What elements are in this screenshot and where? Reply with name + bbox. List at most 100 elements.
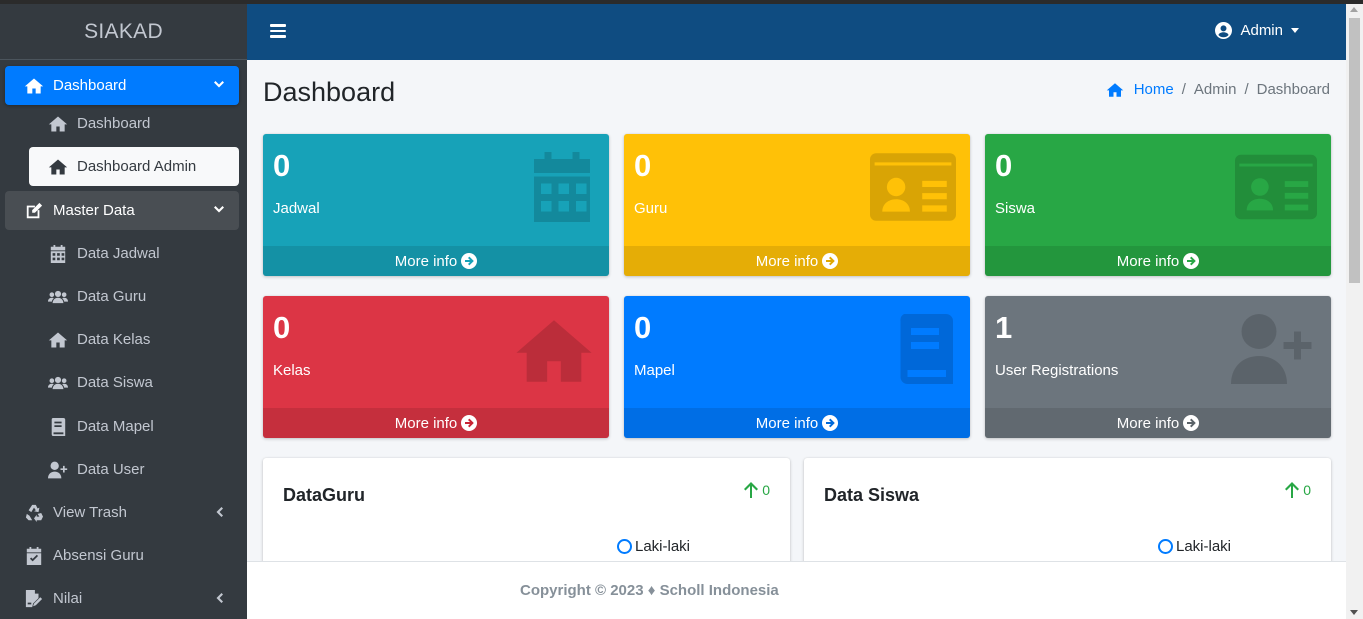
arrow-circle-right-icon	[1183, 415, 1200, 431]
box-label: User Registrations	[995, 362, 1119, 379]
sidebar-item-label: Dashboard Admin	[77, 158, 197, 175]
home-icon	[513, 316, 595, 386]
box-value: 0	[273, 310, 291, 345]
scroll-down-icon[interactable]	[1350, 610, 1358, 615]
menu-toggle-icon[interactable]	[270, 24, 286, 38]
user-menu[interactable]: Admin	[1215, 22, 1299, 39]
scroll-up-icon[interactable]	[1350, 7, 1358, 12]
legend-circle-icon	[617, 539, 632, 554]
more-info-link[interactable]: More info	[263, 408, 609, 438]
vertical-scrollbar[interactable]	[1346, 4, 1363, 619]
info-box-guru: 0 Guru More info	[624, 134, 970, 276]
sidebar-item-absensi-guru[interactable]: Absensi Guru	[5, 536, 239, 575]
card-stat: 0	[1285, 482, 1311, 498]
sidebar-item-data-guru[interactable]: Data Guru	[29, 277, 239, 316]
copyright-text: Copyright © 2023 ♦ Scholl Indonesia	[520, 582, 779, 599]
breadcrumb-admin: Admin	[1193, 81, 1237, 98]
sidebar-item-master-data[interactable]: Master Data	[5, 191, 239, 230]
info-box-mapel: 0 Mapel More info	[624, 296, 970, 438]
file-signature-icon	[23, 589, 45, 609]
chevron-left-icon	[213, 591, 225, 603]
page-title: Dashboard	[263, 77, 396, 107]
card-data-guru: DataGuru 0 Laki-laki	[263, 458, 790, 568]
user-plus-icon	[1229, 314, 1317, 384]
sidebar-item-nilai[interactable]: Nilai	[5, 579, 239, 618]
scrollbar-thumb[interactable]	[1349, 18, 1360, 283]
user-circle-icon	[1215, 22, 1240, 39]
recycle-icon	[23, 503, 45, 523]
box-value: 1	[995, 310, 1013, 345]
user-name: Admin	[1240, 22, 1283, 39]
sidebar-item-data-kelas[interactable]: Data Kelas	[29, 320, 239, 359]
page-footer: Copyright © 2023 ♦ Scholl Indonesia	[247, 561, 1346, 619]
card-stat: 0	[744, 482, 770, 498]
sidebar-item-label: Data Guru	[77, 288, 147, 305]
sidebar-item-label: Data User	[77, 461, 145, 478]
sidebar-item-label: Absensi Guru	[53, 547, 144, 564]
home-icon	[47, 330, 69, 350]
sidebar-item-data-user[interactable]: Data User	[29, 450, 239, 489]
sidebar-item-label: Data Siswa	[77, 374, 153, 391]
sidebar-item-dashboard-sub[interactable]: Dashboard	[29, 104, 239, 143]
sidebar-item-label: Nilai	[53, 590, 83, 607]
more-info-link[interactable]: More info	[263, 246, 609, 276]
user-plus-icon	[47, 460, 69, 480]
sidebar-item-label: Data Mapel	[77, 418, 154, 435]
info-box-kelas: 0 Kelas More info	[263, 296, 609, 438]
brand[interactable]: SIAKAD	[0, 4, 247, 60]
calendar-icon	[47, 244, 69, 264]
sidebar-item-dashboard-admin[interactable]: Dashboard Admin	[29, 147, 239, 186]
arrow-circle-right-icon	[461, 253, 478, 269]
home-icon	[47, 114, 69, 134]
home-icon	[47, 157, 69, 177]
more-info-link[interactable]: More info	[985, 246, 1331, 276]
more-info-link[interactable]: More info	[985, 408, 1331, 438]
sidebar-item-label: Dashboard	[53, 77, 127, 94]
sidebar-item-label: Master Data	[53, 202, 135, 219]
breadcrumb: Home / Admin / Dashboard	[1106, 81, 1330, 98]
edit-icon	[23, 201, 45, 221]
users-icon	[47, 287, 69, 307]
sidebar-item-data-jadwal[interactable]: Data Jadwal	[29, 234, 239, 273]
info-box-jadwal: 0 Jadwal More info	[263, 134, 609, 276]
more-info-link[interactable]: More info	[624, 408, 970, 438]
top-navbar: Admin	[247, 4, 1346, 60]
sidebar-item-data-mapel[interactable]: Data Mapel	[29, 407, 239, 446]
sidebar-item-label: Dashboard	[77, 115, 151, 132]
sidebar-item-label: Data Jadwal	[77, 245, 160, 262]
arrow-up-icon	[744, 482, 759, 498]
calendar-icon	[529, 152, 595, 222]
arrow-circle-right-icon	[461, 415, 478, 431]
sidebar-item-label: View Trash	[53, 504, 127, 521]
sidebar-item-data-siswa[interactable]: Data Siswa	[29, 363, 239, 402]
info-box-user-registrations: 1 User Registrations More info	[985, 296, 1331, 438]
card-title: DataGuru	[283, 485, 366, 505]
arrow-circle-right-icon	[822, 415, 839, 431]
card-data-siswa: Data Siswa 0 Laki-laki	[804, 458, 1331, 568]
breadcrumb-home[interactable]: Home	[1106, 81, 1174, 98]
chart-legend[interactable]: Laki-laki	[617, 538, 690, 555]
chevron-down-icon	[213, 203, 225, 215]
sidebar-item-dashboard[interactable]: Dashboard	[5, 66, 239, 105]
box-label: Jadwal	[273, 200, 320, 217]
home-icon	[23, 76, 45, 96]
chevron-down-icon	[213, 78, 225, 90]
card-title: Data Siswa	[824, 485, 920, 505]
calendar-check-icon	[23, 546, 45, 566]
sidebar: SIAKAD Dashboard Dashboard Dashboard Adm…	[0, 4, 247, 619]
legend-circle-icon	[1158, 539, 1173, 554]
sidebar-item-view-trash[interactable]: View Trash	[5, 493, 239, 532]
box-label: Guru	[634, 200, 668, 217]
brand-text: SIAKAD	[84, 19, 163, 43]
book-icon	[47, 417, 69, 437]
box-value: 0	[995, 148, 1013, 183]
arrow-circle-right-icon	[1183, 253, 1200, 269]
box-label: Siswa	[995, 200, 1036, 217]
sidebar-item-label: Data Kelas	[77, 331, 151, 348]
box-label: Mapel	[634, 362, 675, 379]
arrow-up-icon	[1285, 482, 1300, 498]
users-icon	[47, 373, 69, 393]
chart-legend[interactable]: Laki-laki	[1158, 538, 1231, 555]
more-info-link[interactable]: More info	[624, 246, 970, 276]
box-label: Kelas	[273, 362, 311, 379]
